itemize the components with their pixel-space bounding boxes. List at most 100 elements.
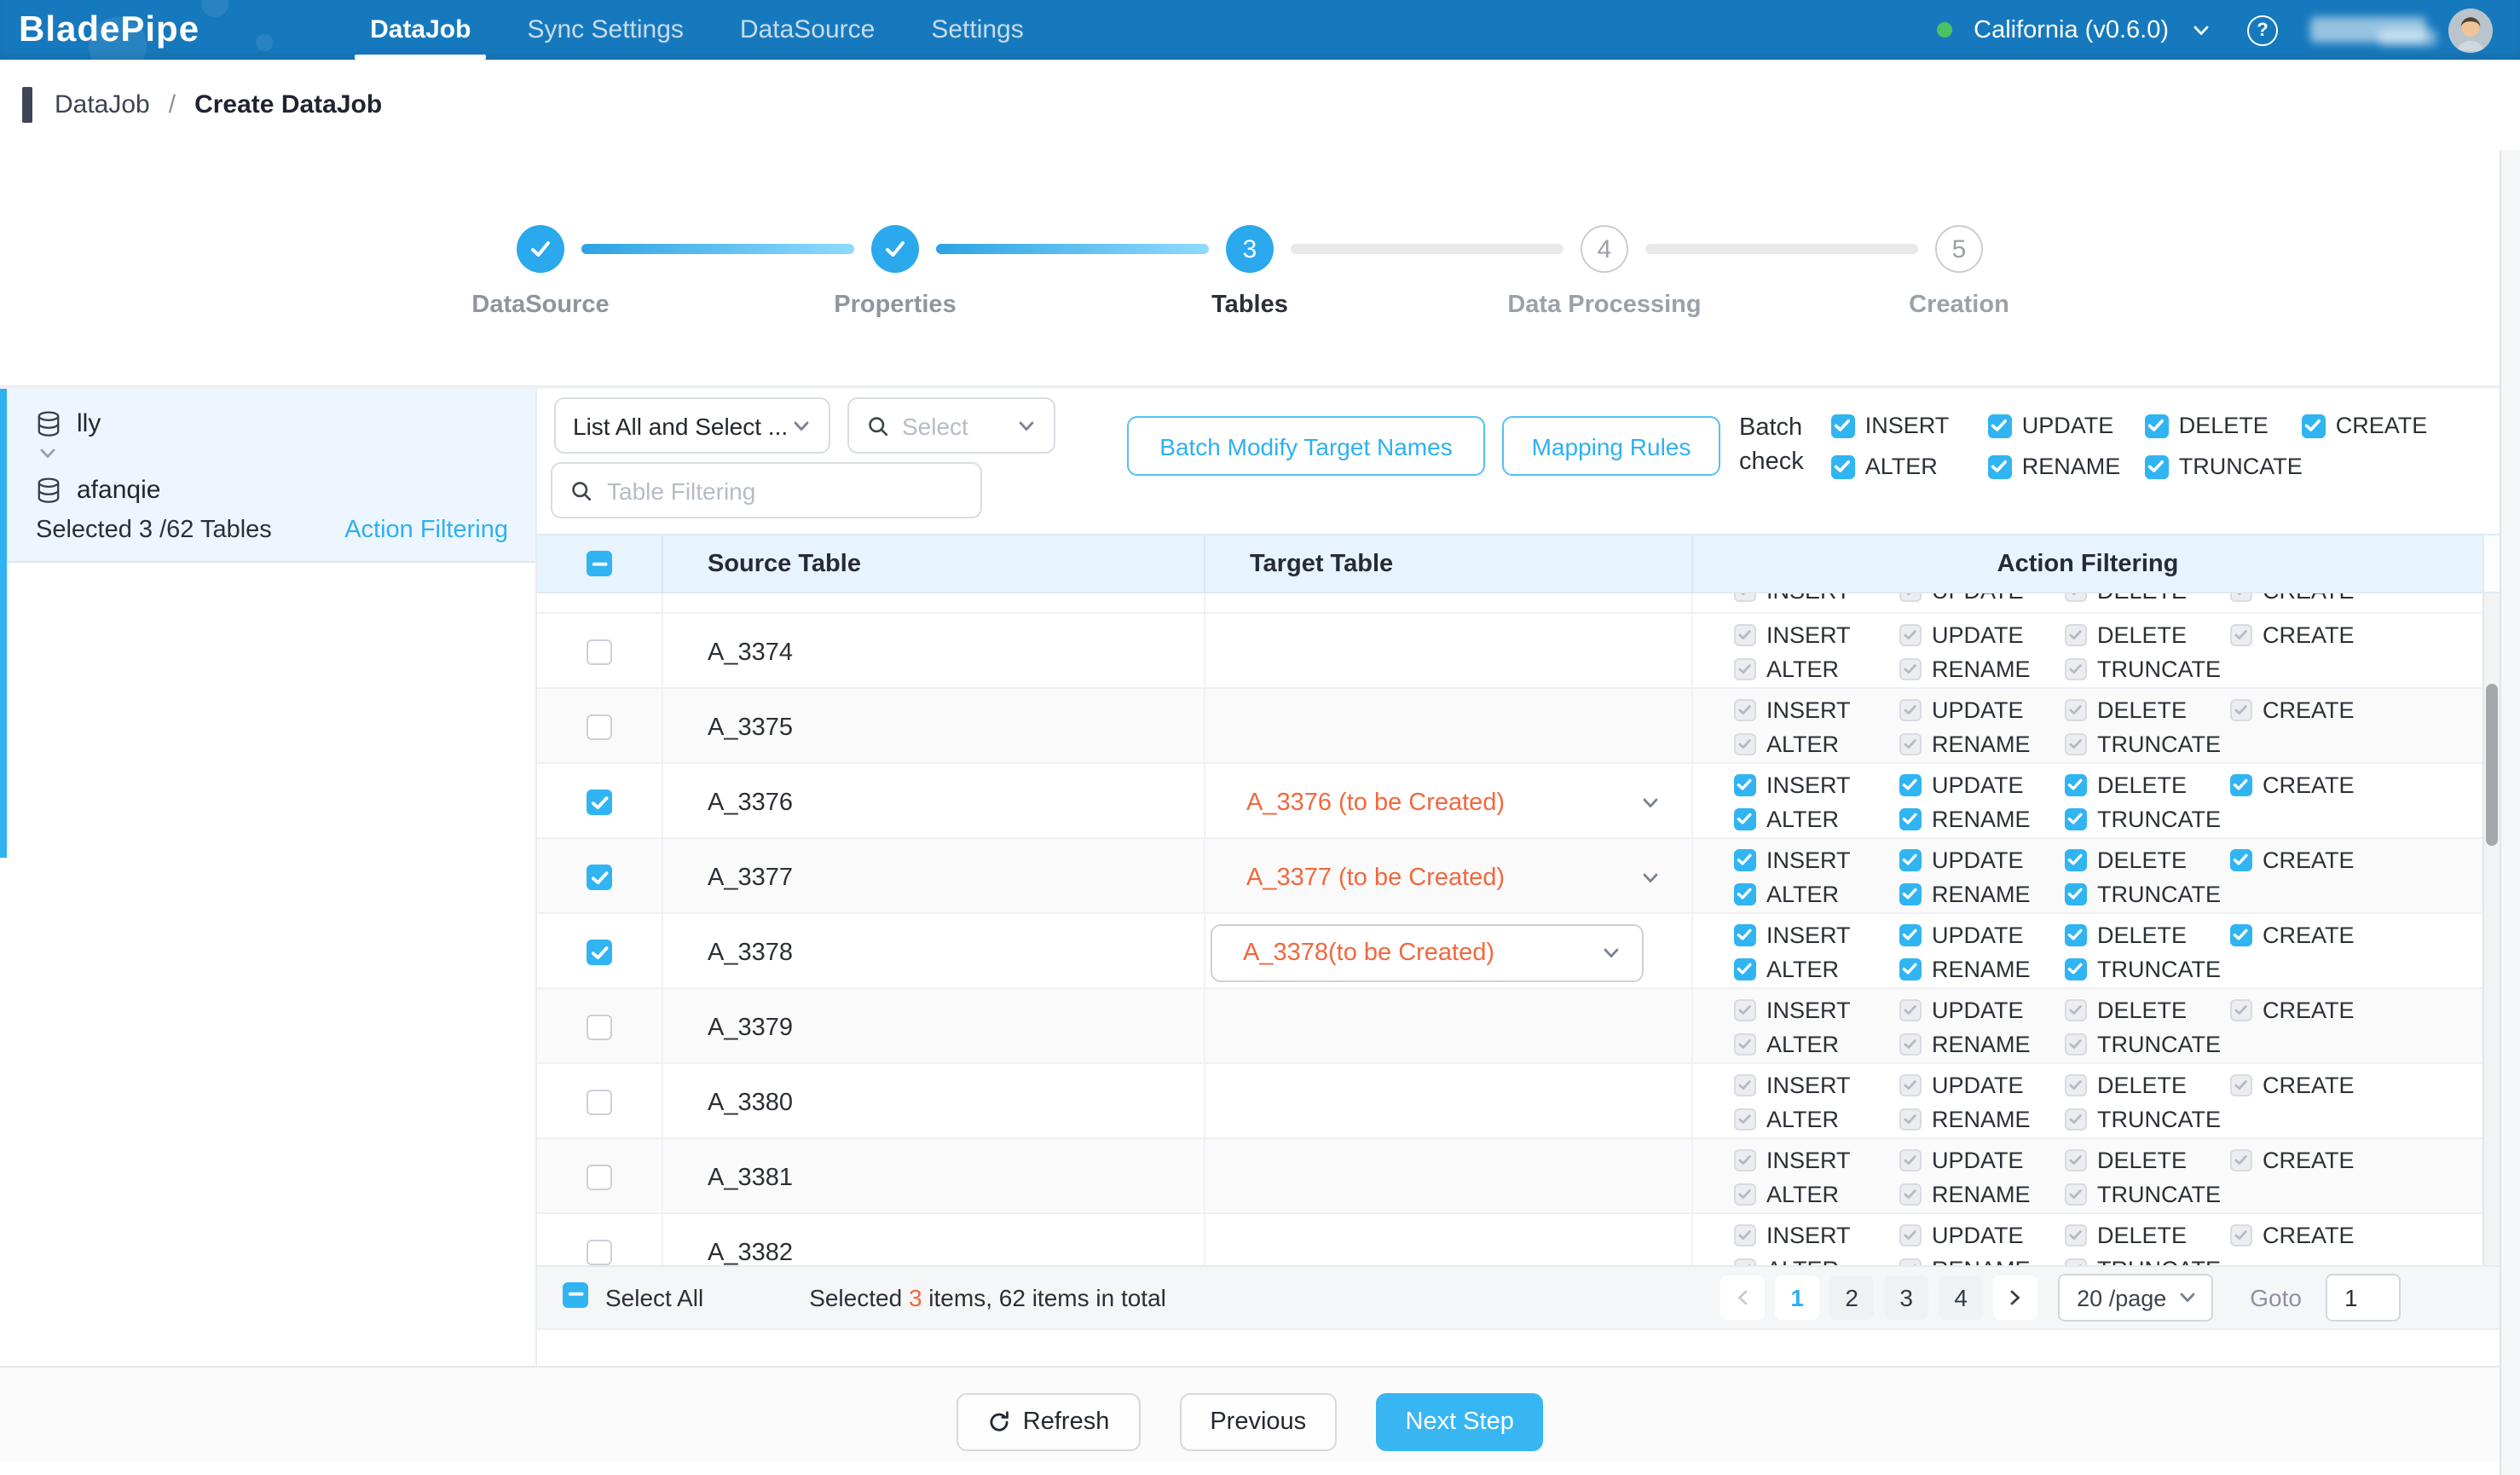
refresh-button[interactable]: Refresh bbox=[957, 1393, 1141, 1451]
pagination-next-button[interactable] bbox=[1993, 1275, 2037, 1320]
batch-modify-target-names-button[interactable]: Batch Modify Target Names bbox=[1127, 416, 1485, 476]
step-data-processing[interactable]: 4Data Processing bbox=[1427, 225, 1782, 319]
action-checkbox-delete[interactable] bbox=[2065, 849, 2087, 871]
table-row[interactable]: A_3378A_3378(to be Created)INSERTUPDATED… bbox=[537, 914, 2500, 989]
goto-page-input[interactable] bbox=[2326, 1274, 2401, 1322]
action-checkbox-insert[interactable] bbox=[1734, 924, 1756, 946]
chevron-down-icon[interactable] bbox=[1640, 867, 1661, 888]
action-checkbox-create[interactable] bbox=[2230, 849, 2252, 871]
database-row[interactable]: lly bbox=[36, 409, 508, 438]
nav-item-settings[interactable]: Settings bbox=[931, 0, 1023, 60]
avatar[interactable] bbox=[2448, 8, 2493, 52]
breadcrumb-accent-bar bbox=[22, 87, 32, 123]
batch-action-checkbox-update[interactable] bbox=[1988, 414, 2012, 437]
nav-item-sync-settings[interactable]: Sync Settings bbox=[527, 0, 683, 60]
action-checkbox-alter[interactable] bbox=[1734, 958, 1756, 980]
table-scrollbar-thumb[interactable] bbox=[2486, 684, 2498, 846]
table-row[interactable]: A_3379INSERTUPDATEDELETECREATEALTERRENAM… bbox=[537, 989, 2500, 1064]
step-properties[interactable]: Properties bbox=[718, 225, 1072, 319]
table-row[interactable]: A_3380INSERTUPDATEDELETECREATEALTERRENAM… bbox=[537, 1064, 2500, 1139]
row-select-checkbox[interactable] bbox=[587, 790, 612, 815]
table-scrollbar[interactable] bbox=[2482, 593, 2500, 1265]
batch-action-create: CREATE bbox=[2302, 409, 2459, 442]
action-checkbox-alter[interactable] bbox=[1734, 883, 1756, 905]
action-checkbox-alter[interactable] bbox=[1734, 808, 1756, 830]
row-select-checkbox[interactable] bbox=[587, 865, 612, 890]
window-scrollbar-gutter[interactable] bbox=[2500, 150, 2520, 1475]
target-table-select[interactable]: A_3378(to be Created) bbox=[1211, 923, 1644, 981]
action-checkbox-rename[interactable] bbox=[1899, 958, 1922, 980]
next-step-button[interactable]: Next Step bbox=[1376, 1393, 1543, 1451]
selection-count-summary: Selected 3 items, 62 items in total bbox=[809, 1284, 1166, 1311]
row-select-checkbox[interactable] bbox=[587, 1090, 612, 1115]
table-row[interactable]: A_3374INSERTUPDATEDELETECREATEALTERRENAM… bbox=[537, 614, 2500, 689]
chevron-down-icon[interactable] bbox=[1640, 792, 1661, 813]
action-checkbox-create[interactable] bbox=[2230, 924, 2252, 946]
row-select-checkbox[interactable] bbox=[587, 639, 612, 665]
action-checkbox-truncate[interactable] bbox=[2065, 958, 2087, 980]
table-row[interactable]: A_3377A_3377 (to be Created)INSERTUPDATE… bbox=[537, 839, 2500, 914]
select-all-label[interactable]: Select All bbox=[605, 1284, 703, 1311]
list-mode-select[interactable]: List All and Select ... bbox=[554, 397, 830, 454]
step-datasource[interactable]: DataSource bbox=[363, 225, 718, 319]
nav-item-datasource[interactable]: DataSource bbox=[740, 0, 875, 60]
action-checkbox-update[interactable] bbox=[1899, 924, 1922, 946]
row-select-checkbox[interactable] bbox=[587, 1165, 612, 1190]
help-icon[interactable]: ? bbox=[2247, 14, 2278, 45]
table-row[interactable]: A_3376A_3376 (to be Created)INSERTUPDATE… bbox=[537, 764, 2500, 839]
batch-action-checkbox-truncate[interactable] bbox=[2145, 454, 2169, 478]
action-checkbox-update[interactable] bbox=[1899, 849, 1922, 871]
row-select-checkbox[interactable] bbox=[587, 940, 612, 965]
table-row[interactable]: A_3375INSERTUPDATEDELETECREATEALTERRENAM… bbox=[537, 689, 2500, 764]
batch-action-checkbox-delete[interactable] bbox=[2145, 414, 2169, 437]
batch-action-checkbox-insert[interactable] bbox=[1831, 414, 1855, 437]
action-label: UPDATE bbox=[1932, 1148, 2024, 1173]
action-label: DELETE bbox=[2097, 923, 2187, 948]
pagination-page-3[interactable]: 3 bbox=[1884, 1275, 1928, 1320]
mapping-rules-button[interactable]: Mapping Rules bbox=[1502, 416, 1720, 476]
action-alter: ALTER bbox=[1734, 1028, 1899, 1061]
action-truncate: TRUNCATE bbox=[2065, 1028, 2230, 1061]
action-checkbox-delete[interactable] bbox=[2065, 774, 2087, 796]
row-select-checkbox[interactable] bbox=[587, 714, 612, 740]
action-checkbox-create[interactable] bbox=[2230, 774, 2252, 796]
action-checkbox-truncate[interactable] bbox=[2065, 883, 2087, 905]
pagination-prev-button[interactable] bbox=[1720, 1275, 1765, 1320]
pagination-page-1[interactable]: 1 bbox=[1775, 1275, 1819, 1320]
batch-action-checkbox-create[interactable] bbox=[2302, 414, 2326, 437]
batch-action-checkbox-rename[interactable] bbox=[1988, 454, 2012, 478]
schema-row[interactable]: afanqie bbox=[36, 476, 508, 505]
chevron-down-icon[interactable] bbox=[2191, 20, 2211, 40]
nav-item-datajob[interactable]: DataJob bbox=[370, 0, 471, 60]
step-tables[interactable]: 3Tables bbox=[1072, 225, 1427, 319]
chevron-down-icon[interactable] bbox=[38, 443, 58, 464]
previous-button[interactable]: Previous bbox=[1179, 1393, 1337, 1451]
target-table-name: A_3378(to be Created) bbox=[1243, 939, 1494, 966]
batch-action-checkbox-alter[interactable] bbox=[1831, 454, 1855, 478]
action-checkbox-rename[interactable] bbox=[1899, 883, 1922, 905]
action-label: CREATE bbox=[2263, 622, 2355, 648]
action-filtering-link[interactable]: Action Filtering bbox=[344, 517, 508, 544]
pagination-page-2[interactable]: 2 bbox=[1829, 1275, 1874, 1320]
step-creation[interactable]: 5Creation bbox=[1782, 225, 2136, 319]
action-checkbox-insert[interactable] bbox=[1734, 774, 1756, 796]
action-checkbox-delete[interactable] bbox=[2065, 924, 2087, 946]
quick-select-dropdown[interactable]: Select bbox=[847, 397, 1055, 454]
row-select-checkbox[interactable] bbox=[587, 1015, 612, 1040]
select-all-checkbox[interactable] bbox=[563, 1282, 588, 1308]
schema-list-item[interactable]: lly afanqie Selected 3 /62 Tables Action… bbox=[0, 389, 535, 563]
page-size-select[interactable]: 20 /page bbox=[2058, 1274, 2212, 1322]
breadcrumb-parent[interactable]: DataJob bbox=[55, 90, 150, 119]
table-row[interactable]: A_3381INSERTUPDATEDELETECREATEALTERRENAM… bbox=[537, 1139, 2500, 1214]
header-select-all-checkbox[interactable] bbox=[587, 551, 612, 576]
action-label: TRUNCATE bbox=[2097, 732, 2221, 757]
action-checkbox-rename[interactable] bbox=[1899, 808, 1922, 830]
source-table-cell: A_3381 bbox=[663, 1139, 1205, 1216]
pagination-page-4[interactable]: 4 bbox=[1939, 1275, 1983, 1320]
row-select-checkbox[interactable] bbox=[587, 1240, 612, 1265]
action-checkbox-insert[interactable] bbox=[1734, 849, 1756, 871]
action-checkbox-truncate[interactable] bbox=[2065, 808, 2087, 830]
table-filter-input[interactable]: Table Filtering bbox=[607, 477, 963, 504]
action-checkbox-update[interactable] bbox=[1899, 774, 1922, 796]
table-row[interactable]: A_3382INSERTUPDATEDELETECREATEALTERRENAM… bbox=[537, 1214, 2500, 1265]
